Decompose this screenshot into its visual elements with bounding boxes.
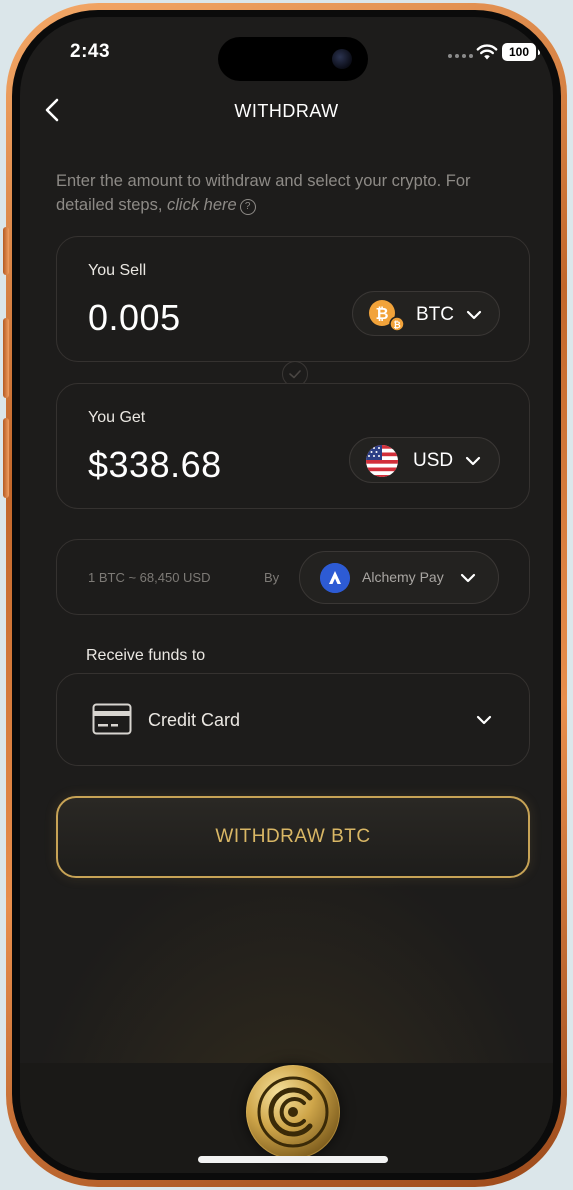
- dynamic-island: [218, 37, 368, 81]
- status-time: 2:43: [70, 41, 111, 62]
- get-card: You Get $338.68 USD: [56, 383, 530, 509]
- wifi-icon: [476, 44, 498, 60]
- instructions-text: Enter the amount to withdraw and select …: [56, 169, 526, 217]
- receive-method-selector[interactable]: Credit Card: [56, 673, 530, 766]
- exchange-rate: 1 BTC ~ 68,450 USD: [88, 570, 211, 585]
- sell-label: You Sell: [88, 262, 147, 279]
- rate-card: 1 BTC ~ 68,450 USD By Alchemy Pay: [56, 539, 530, 615]
- provider-by-label: By: [264, 570, 280, 585]
- sell-card: You Sell 0.005 ₿ ₿ BTC: [56, 236, 530, 362]
- credit-card-icon: [92, 703, 132, 735]
- help-circle-icon[interactable]: ?: [239, 199, 256, 215]
- svg-text:₿: ₿: [375, 304, 388, 323]
- sell-currency-label: BTC: [416, 304, 454, 325]
- receive-funds-label: Receive funds to: [86, 647, 206, 664]
- volume-down-button: [3, 418, 9, 498]
- alchemy-pay-icon: [320, 563, 350, 593]
- get-currency-label: USD: [413, 450, 454, 471]
- chevron-down-icon: [460, 573, 476, 583]
- get-currency-selector[interactable]: USD: [349, 437, 500, 483]
- camera-icon: [332, 49, 352, 69]
- get-label: You Get: [88, 409, 146, 426]
- chevron-down-icon: [465, 456, 481, 466]
- bitcoin-icon: ₿ ₿: [369, 300, 405, 332]
- us-flag-icon: [366, 445, 398, 477]
- withdraw-button[interactable]: WITHDRAW BTC: [56, 796, 530, 878]
- sell-amount-input[interactable]: 0.005: [88, 297, 181, 339]
- instructions-body: Enter the amount to withdraw and select …: [56, 172, 471, 214]
- provider-selector[interactable]: Alchemy Pay: [299, 551, 499, 604]
- volume-up-button: [3, 318, 9, 398]
- provider-label: Alchemy Pay: [362, 569, 444, 585]
- get-amount-value: $338.68: [88, 444, 222, 485]
- action-button: [3, 227, 9, 275]
- svg-text:₿: ₿: [393, 320, 400, 331]
- chevron-down-icon: [466, 310, 482, 320]
- receive-method-label: Credit Card: [148, 710, 241, 730]
- app-screen: 2:43 100 WITHDRAW Enter the amount to wi…: [20, 17, 553, 1173]
- click-here-link[interactable]: click here: [167, 196, 237, 214]
- sell-currency-selector[interactable]: ₿ ₿ BTC: [352, 291, 500, 336]
- home-indicator[interactable]: [198, 1156, 388, 1163]
- app-logo-icon[interactable]: [246, 1065, 340, 1159]
- battery-indicator: 100: [502, 43, 540, 61]
- chevron-down-icon: [476, 715, 492, 725]
- signal-icon: [448, 54, 473, 58]
- status-bar: 2:43 100: [20, 17, 553, 97]
- page-title: WITHDRAW: [234, 101, 339, 121]
